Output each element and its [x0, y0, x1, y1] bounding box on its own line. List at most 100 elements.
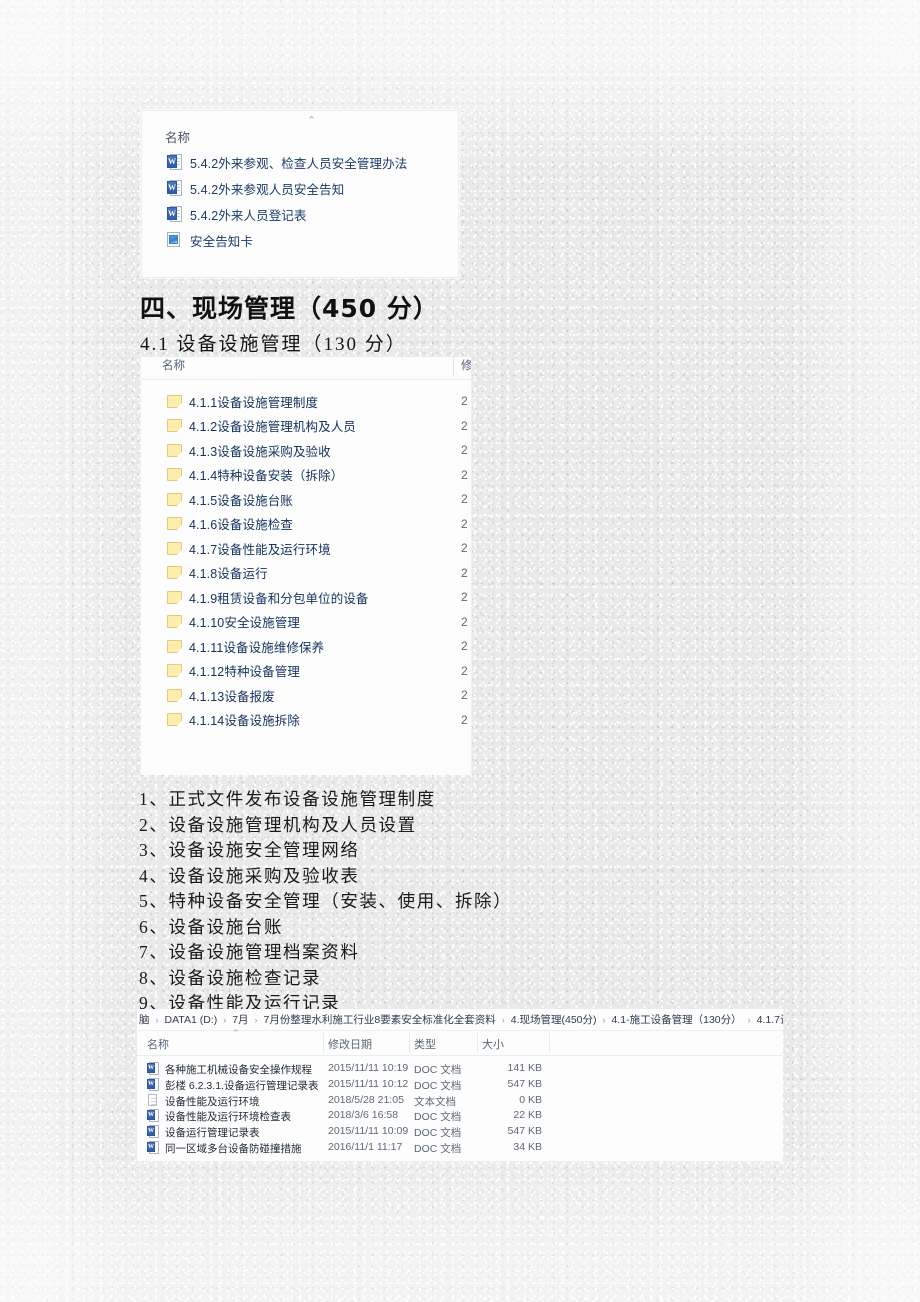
- column-header-modified: 修: [461, 360, 472, 372]
- folder-modified-date-clipped: 2: [461, 443, 468, 458]
- file-name: 安全告知卡: [190, 234, 254, 249]
- bottom-file-explorer-panel: 脑 › DATA1 (D:) › 7月 › 7月份整理水利施工行业8要素安全标准化全套资料 ›…: [137, 1009, 783, 1161]
- column-header-modified[interactable]: 修改日期: [328, 1036, 372, 1052]
- table-row[interactable]: W 设备运行管理记录表 2015/11/11 10:09 DOC 文档 547 KB: [137, 1124, 783, 1140]
- file-name: 设备运行管理记录表: [165, 1127, 260, 1140]
- breadcrumb-item[interactable]: 4.1-施工设备管理（130分）: [612, 1012, 742, 1027]
- table-row[interactable]: 设备性能及运行环境 2018/5/28 21:05 文本文档 0 KB: [137, 1093, 783, 1109]
- list-item: 6、设备设施台账: [139, 916, 284, 937]
- file-modified: 2015/11/11 10:12: [328, 1077, 409, 1090]
- folder-row[interactable]: 4.1.8设备运行 2: [141, 561, 471, 586]
- folder-modified-date-clipped: 2: [461, 639, 468, 654]
- top-file-rows: W 5.4.2外来参观、检查人员安全管理办法 W 5.4.2外来参观人员安全告知 W 5.…: [142, 149, 458, 253]
- folder-row[interactable]: 4.1.13设备报废 2: [141, 683, 471, 708]
- folder-icon: [167, 468, 182, 482]
- folder-row[interactable]: 4.1.1设备设施管理制度 2: [141, 389, 471, 414]
- folder-row[interactable]: 4.1.2设备设施管理机构及人员 2: [141, 414, 471, 439]
- folder-row[interactable]: 4.1.6设备设施检查 2: [141, 512, 471, 537]
- list-item[interactable]: W 5.4.2外来人员登记表: [142, 201, 458, 227]
- list-item: 8、设备设施检查记录: [139, 967, 322, 988]
- file-modified: 2016/11/1 11:17: [328, 1140, 403, 1153]
- folder-name: 4.1.8设备运行: [189, 567, 268, 582]
- breadcrumb-item[interactable]: 7月份整理水利施工行业8要素安全标准化全套资料: [264, 1012, 496, 1027]
- image-doc-icon: [167, 232, 182, 248]
- column-divider: [453, 357, 454, 376]
- table-row[interactable]: W 同一区域多台设备防碰撞措施 2016/11/1 11:17 DOC 文档 34 KB: [137, 1140, 783, 1156]
- file-type: DOC 文档: [414, 1127, 462, 1140]
- folder-row[interactable]: 4.1.10安全设施管理 2: [141, 610, 471, 635]
- folder-row[interactable]: 4.1.14设备设施拆除 2: [141, 708, 471, 733]
- folder-row[interactable]: 4.1.9租赁设备和分包单位的设备 2: [141, 585, 471, 610]
- folder-name: 4.1.9租赁设备和分包单位的设备: [189, 591, 369, 606]
- word-doc-icon: W: [167, 180, 182, 196]
- column-header-name[interactable]: 名称: [147, 1036, 169, 1052]
- column-header-type[interactable]: 类型: [414, 1036, 436, 1052]
- file-name: 5.4.2外来参观、检查人员安全管理办法: [190, 156, 408, 171]
- list-item: 1、正式文件发布设备设施管理制度: [139, 789, 436, 809]
- column-header-size[interactable]: 大小: [482, 1036, 504, 1052]
- folder-row[interactable]: 4.1.5设备设施台账 2: [141, 487, 471, 512]
- list-item[interactable]: 安全告知卡: [142, 227, 458, 253]
- file-size: 22 KB: [513, 1109, 542, 1122]
- breadcrumb-item[interactable]: 脑: [139, 1012, 150, 1027]
- folder-name: 4.1.2设备设施管理机构及人员: [189, 420, 356, 435]
- folder-name: 4.1.4特种设备安装（拆除）: [189, 469, 344, 484]
- folder-row[interactable]: 4.1.4特种设备安装（拆除） 2: [141, 463, 471, 488]
- column-header-name: 名称: [165, 131, 191, 145]
- list-item[interactable]: W 5.4.2外来参观人员安全告知: [142, 175, 458, 201]
- file-name: 设备性能及运行环境检查表: [165, 1111, 291, 1124]
- numbered-requirement-list: 1、正式文件发布设备设施管理制度 2、设备设施管理机构及人员设置 3、设备设施安全管…: [139, 787, 512, 1017]
- folder-icon: [167, 517, 182, 531]
- file-size: 34 KB: [513, 1140, 542, 1153]
- breadcrumb-separator-icon: ›: [223, 1014, 227, 1025]
- breadcrumb-item[interactable]: 4.现场管理(450分): [511, 1012, 597, 1027]
- file-type: 文本文档: [414, 1095, 456, 1108]
- folder-icon: [167, 590, 182, 604]
- folder-list-panel: 名称 修 4.1.1设备设施管理制度 2 4.1.2设备设施管理机构及人员 2 4.1.…: [141, 357, 472, 775]
- column-divider[interactable]: [409, 1033, 410, 1052]
- sort-ascending-caret-icon[interactable]: ⌃: [307, 114, 316, 127]
- folder-icon: [167, 615, 182, 629]
- section-heading-sub: 4.1 设备设施管理（130 分）: [140, 334, 407, 355]
- file-type: DOC 文档: [414, 1079, 462, 1092]
- folder-row[interactable]: 4.1.11设备设施维修保养 2: [141, 634, 471, 659]
- folder-row[interactable]: 4.1.3设备设施采购及验收 2: [141, 438, 471, 463]
- folder-modified-date-clipped: 2: [461, 614, 468, 629]
- column-header-name: 名称: [162, 360, 185, 372]
- folder-icon: [167, 664, 182, 678]
- folder-row[interactable]: 4.1.12特种设备管理 2: [141, 659, 471, 684]
- word-doc-icon: W: [167, 206, 182, 222]
- table-row[interactable]: W 各种施工机械设备安全操作规程 2015/11/11 10:19 DOC 文档 141…: [137, 1061, 783, 1077]
- file-name: 同一区域多台设备防碰撞措施: [165, 1142, 302, 1155]
- bottom-panel-column-header: 名称 ⌃ 修改日期 类型 大小: [137, 1028, 783, 1056]
- folder-modified-date-clipped: 2: [461, 565, 468, 580]
- table-row[interactable]: W 设备性能及运行环境检查表 2018/3/6 16:58 DOC 文档 22 KB: [137, 1108, 783, 1124]
- breadcrumb-separator-icon: ›: [602, 1014, 606, 1025]
- file-modified: 2018/3/6 16:58: [328, 1109, 399, 1122]
- folder-icon: [167, 492, 182, 506]
- word-doc-icon: W: [147, 1140, 159, 1154]
- breadcrumb-item[interactable]: DATA1 (D:): [165, 1014, 218, 1026]
- folder-icon: [167, 566, 182, 580]
- word-doc-icon: W: [167, 154, 182, 170]
- file-type: DOC 文档: [414, 1064, 462, 1076]
- sort-ascending-caret-icon[interactable]: ⌃: [232, 1028, 240, 1039]
- folder-name: 4.1.13设备报废: [189, 689, 275, 704]
- folder-modified-date-clipped: 2: [461, 467, 468, 482]
- breadcrumb-separator-icon: ›: [254, 1014, 258, 1025]
- file-name: 彭楼 6.2.3.1.设备运行管理记录表: [165, 1079, 319, 1092]
- file-name: 设备性能及运行环境: [165, 1095, 260, 1108]
- folder-row[interactable]: 4.1.7设备性能及运行环境 2: [141, 536, 471, 561]
- list-item[interactable]: W 5.4.2外来参观、检查人员安全管理办法: [142, 149, 458, 175]
- table-row[interactable]: W 彭楼 6.2.3.1.设备运行管理记录表 2015/11/11 10:12 DOC…: [137, 1077, 783, 1093]
- breadcrumb-item[interactable]: 4.1.7设备性能及运行环境: [757, 1012, 783, 1027]
- folder-name: 4.1.7设备性能及运行环境: [189, 542, 331, 557]
- column-divider[interactable]: [549, 1033, 550, 1052]
- list-item: 7、设备设施管理档案资料: [139, 942, 360, 962]
- column-divider[interactable]: [323, 1033, 324, 1052]
- folder-modified-date-clipped: 2: [461, 516, 468, 531]
- top-file-list-panel: 名称 ⌃ W 5.4.2外来参观、检查人员安全管理办法 W 5.4.2外来参观人员安全…: [141, 110, 459, 278]
- breadcrumb-item[interactable]: 7月: [232, 1012, 248, 1027]
- column-divider[interactable]: [477, 1033, 478, 1052]
- file-name: 5.4.2外来人员登记表: [190, 208, 307, 223]
